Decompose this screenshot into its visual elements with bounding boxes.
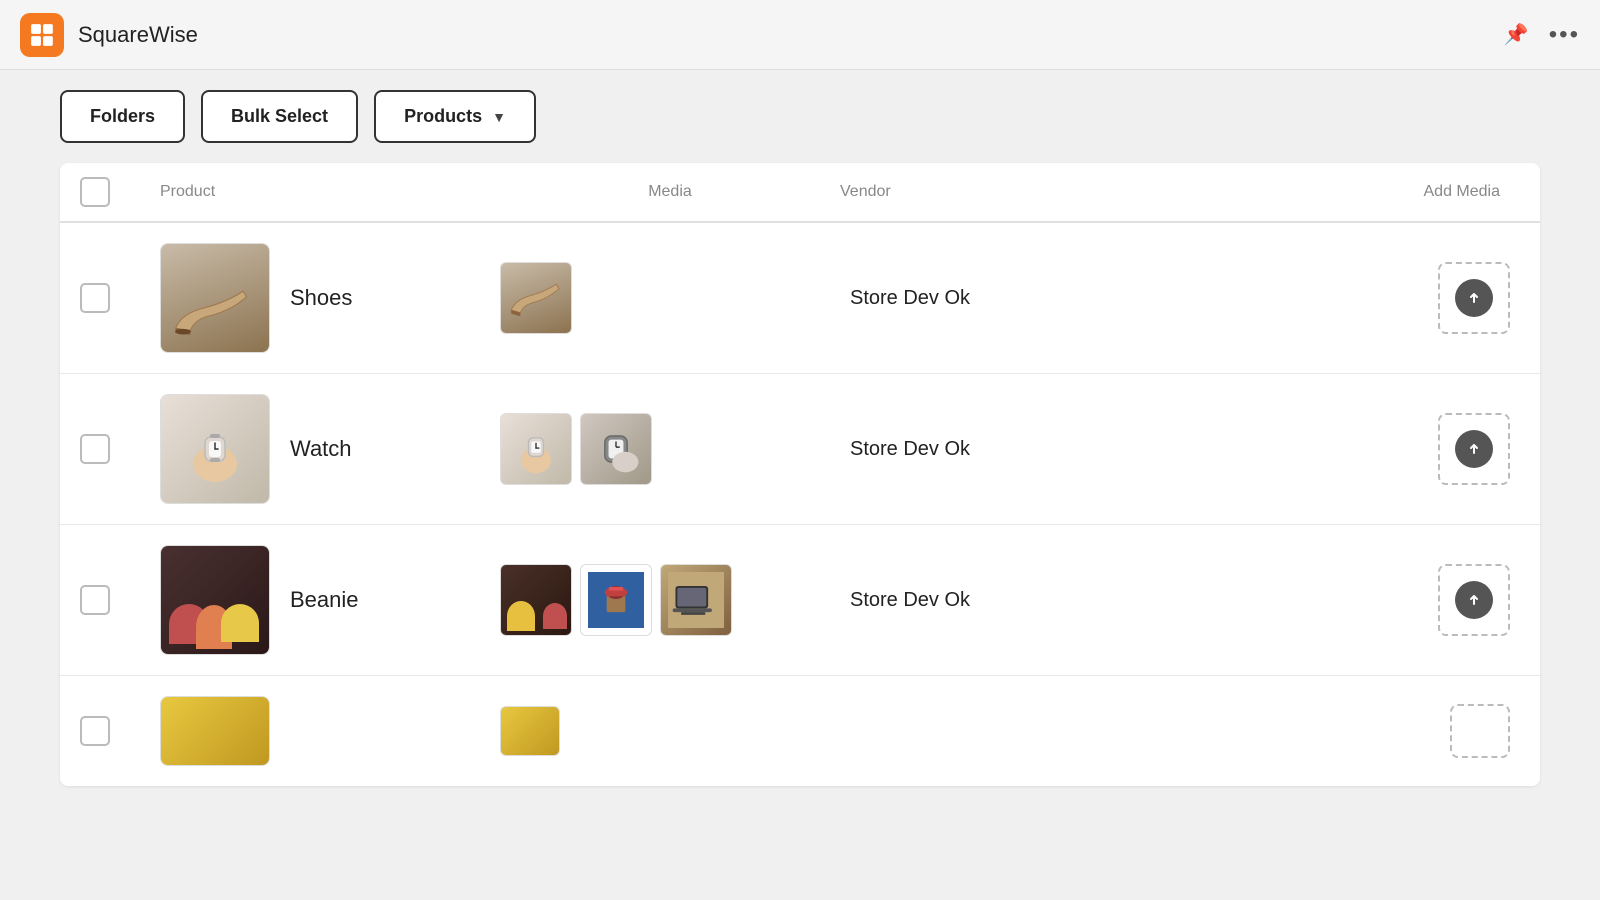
select-all-checkbox[interactable]: [80, 177, 160, 207]
product-cell-partial: [160, 696, 500, 766]
media-thumb-shoes-1[interactable]: [500, 262, 572, 334]
table-row: Beanie: [60, 525, 1540, 676]
add-media-partial: [1180, 704, 1520, 758]
upload-button-watch[interactable]: [1438, 413, 1510, 485]
row-checkbox-partial[interactable]: [80, 716, 160, 746]
products-table: Product Media Vendor Add Media: [60, 163, 1540, 786]
table-row: Shoes Store Dev Ok: [60, 223, 1540, 374]
product-cell-shoes: Shoes: [160, 243, 500, 353]
upload-icon-beanie: [1455, 581, 1493, 619]
products-dropdown-button[interactable]: Products ▼: [374, 90, 536, 143]
row-checkbox-beanie[interactable]: [80, 585, 160, 615]
add-media-watch: [1180, 413, 1520, 485]
upload-icon-shoes: [1455, 279, 1493, 317]
product-name-shoes: Shoes: [290, 285, 352, 311]
folders-button[interactable]: Folders: [60, 90, 185, 143]
table-row: Watch: [60, 374, 1540, 525]
media-thumb-beanie-2[interactable]: [580, 564, 652, 636]
product-cell-watch: Watch: [160, 394, 500, 504]
toolbar: Folders Bulk Select Products ▼: [60, 90, 1540, 143]
app-icon: [20, 13, 64, 57]
product-name-beanie: Beanie: [290, 587, 359, 613]
main-content: Folders Bulk Select Products ▼ Product M…: [0, 70, 1600, 900]
media-cell-watch: [500, 413, 840, 485]
media-thumb-partial-1[interactable]: [500, 706, 560, 756]
product-name-watch: Watch: [290, 436, 352, 462]
table-header: Product Media Vendor Add Media: [60, 163, 1540, 223]
titlebar-actions: 📌 •••: [1504, 21, 1580, 49]
media-col-header: Media: [500, 183, 840, 201]
product-thumbnail-beanie: [160, 545, 270, 655]
upload-button-beanie[interactable]: [1438, 564, 1510, 636]
media-cell-beanie: [500, 564, 840, 636]
media-thumb-beanie-1[interactable]: [500, 564, 572, 636]
product-col-header: Product: [160, 183, 500, 201]
chevron-down-icon: ▼: [492, 109, 506, 125]
product-thumbnail-partial: [160, 696, 270, 766]
product-thumbnail-shoes: [160, 243, 270, 353]
upload-icon-watch: [1455, 430, 1493, 468]
media-cell-partial: [500, 706, 840, 756]
app-name: SquareWise: [78, 22, 198, 48]
product-cell-beanie: Beanie: [160, 545, 500, 655]
product-thumbnail-watch: [160, 394, 270, 504]
bulk-select-button[interactable]: Bulk Select: [201, 90, 358, 143]
media-thumb-watch-2[interactable]: [580, 413, 652, 485]
upload-button-partial[interactable]: [1450, 704, 1510, 758]
vendor-beanie: Store Dev Ok: [840, 589, 1180, 612]
add-media-col-header: Add Media: [1180, 183, 1520, 201]
vendor-shoes: Store Dev Ok: [840, 287, 1180, 310]
table-row-partial: [60, 676, 1540, 786]
vendor-col-header: Vendor: [840, 183, 1180, 201]
vendor-watch: Store Dev Ok: [840, 438, 1180, 461]
media-thumb-beanie-3[interactable]: [660, 564, 732, 636]
media-cell-shoes: [500, 262, 840, 334]
row-checkbox-shoes[interactable]: [80, 283, 160, 313]
media-thumb-watch-1[interactable]: [500, 413, 572, 485]
titlebar: SquareWise 📌 •••: [0, 0, 1600, 70]
add-media-beanie: [1180, 564, 1520, 636]
upload-button-shoes[interactable]: [1438, 262, 1510, 334]
more-options-icon[interactable]: •••: [1549, 21, 1580, 49]
row-checkbox-watch[interactable]: [80, 434, 160, 464]
add-media-shoes: [1180, 262, 1520, 334]
products-label: Products: [404, 106, 482, 127]
pin-icon[interactable]: 📌: [1504, 22, 1529, 47]
